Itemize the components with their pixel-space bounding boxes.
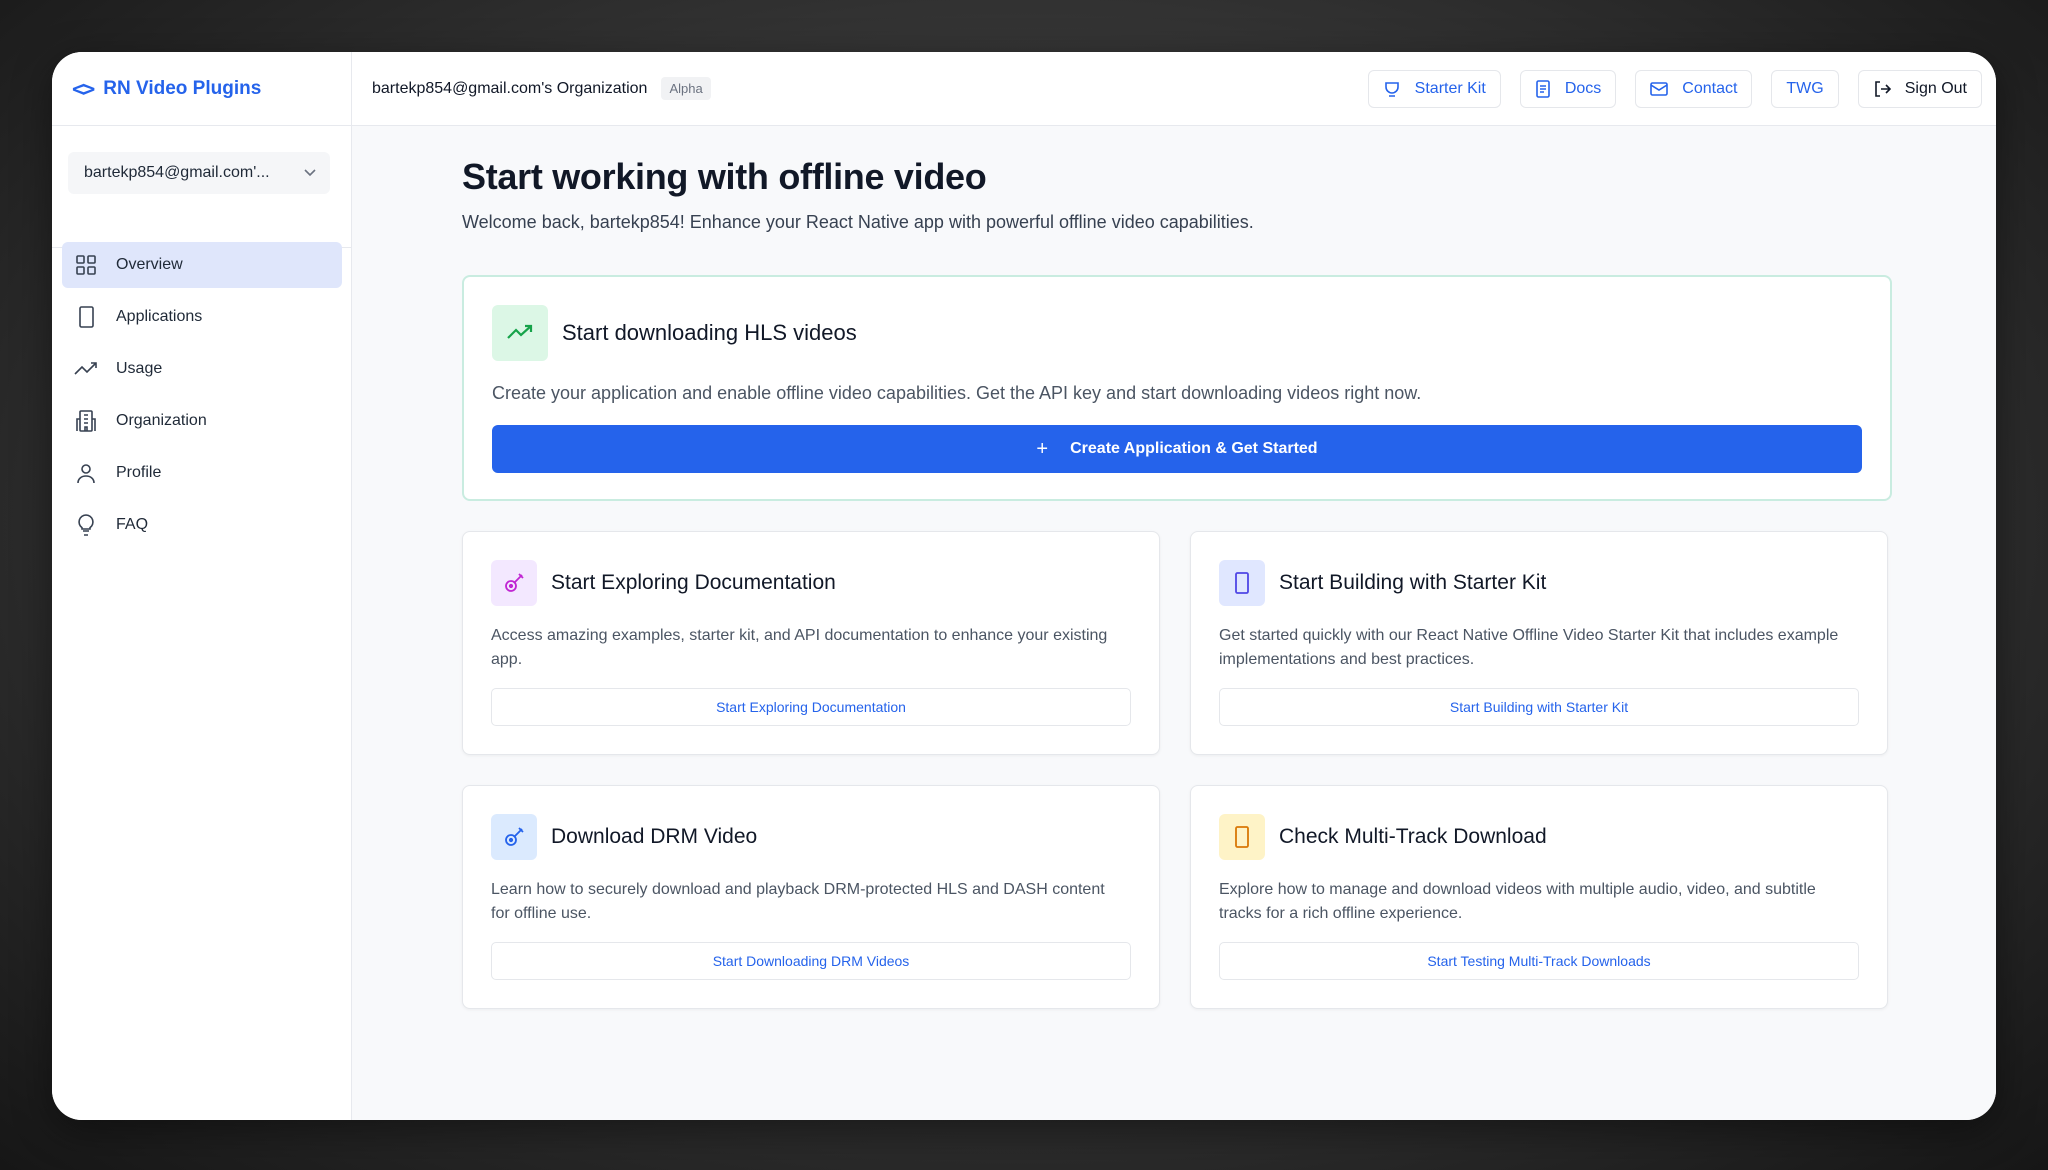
twg-label: TWG [1786, 79, 1824, 97]
sidebar-item-label: Applications [116, 308, 203, 325]
top-bar: bartekp854@gmail.com's Organization Alph… [352, 52, 1996, 126]
content-container: Start working with offline video Welcome… [462, 156, 1892, 1009]
hero-description: Create your application and enable offli… [492, 383, 1422, 403]
cup-icon [1383, 80, 1401, 98]
plus-icon: + [1036, 437, 1049, 460]
sidebar-item-usage[interactable]: Usage [62, 346, 342, 392]
card-description: Learn how to securely download and playb… [491, 881, 1105, 922]
sidebar-item-applications[interactable]: Applications [62, 294, 342, 340]
header-actions: Starter Kit Docs Contact TWG Sign Out [1367, 69, 1982, 108]
sign-out-label: Sign Out [1904, 79, 1967, 97]
main-content: Start working with offline video Welcome… [352, 126, 1996, 1120]
mail-icon [1650, 81, 1669, 97]
starter-kit-button[interactable]: Starter Kit [1367, 69, 1501, 108]
hero-card: Start downloading HLS videos Create your… [462, 275, 1892, 501]
card-description: Access amazing examples, starter kit, an… [491, 627, 1108, 668]
card-header: Start Building with Starter Kit [1219, 560, 1546, 606]
building-icon [72, 407, 100, 435]
chevron-down-icon [304, 166, 316, 180]
tablet-icon [1219, 560, 1265, 606]
trend-up-icon [492, 305, 548, 361]
page-subtitle: Welcome back, bartekp854! Enhance your R… [462, 212, 1254, 232]
sign-out-button[interactable]: Sign Out [1857, 69, 1982, 108]
card-description: Get started quickly with our React Nativ… [1219, 627, 1839, 668]
feature-grid: Start Exploring Documentation Access ama… [462, 531, 1892, 1009]
org-switcher[interactable]: bartekp854@gmail.com'... [68, 152, 330, 194]
sidebar-item-profile[interactable]: Profile [62, 450, 342, 496]
tablet-icon [72, 303, 100, 331]
twg-button[interactable]: TWG [1771, 69, 1839, 108]
sidebar-item-overview[interactable]: Overview [62, 242, 342, 288]
card-multi-track: Check Multi-Track Download Explore how t… [1190, 785, 1888, 1009]
card-description: Explore how to manage and download video… [1219, 881, 1816, 922]
user-icon [72, 459, 100, 487]
sidebar-item-label: Overview [116, 256, 183, 273]
brand-name: RN Video Plugins [103, 77, 262, 99]
docs-label: Docs [1564, 79, 1602, 97]
sidebar-item-label: Organization [116, 412, 207, 429]
sidebar-nav: Overview Applications Usage Organization [62, 242, 342, 554]
code-icon: <> [72, 76, 95, 101]
app-window: <> RN Video Plugins bartekp854@gmail.com… [52, 52, 1996, 1120]
sidebar-item-faq[interactable]: FAQ [62, 502, 342, 548]
card-title: Download DRM Video [551, 825, 758, 848]
sidebar-item-label: Profile [116, 464, 162, 481]
lightbulb-icon [72, 511, 100, 539]
start-downloading-drm-button[interactable]: Start Downloading DRM Videos [491, 942, 1131, 980]
create-application-button[interactable]: + Create Application & Get Started [492, 425, 1862, 473]
start-building-starter-kit-button[interactable]: Start Building with Starter Kit [1219, 688, 1859, 726]
alpha-badge: Alpha [661, 77, 711, 100]
card-header: Start Exploring Documentation [491, 560, 836, 606]
card-title: Start Exploring Documentation [551, 571, 836, 594]
sign-out-icon [1873, 80, 1891, 98]
tablet-icon [1219, 814, 1265, 860]
card-title: Check Multi-Track Download [1279, 825, 1547, 848]
card-title: Start Building with Starter Kit [1279, 571, 1547, 594]
sidebar: <> RN Video Plugins bartekp854@gmail.com… [52, 52, 352, 1120]
contact-label: Contact [1682, 79, 1738, 97]
hero-header: Start downloading HLS videos [492, 305, 857, 361]
card-starter-kit: Start Building with Starter Kit Get star… [1190, 531, 1888, 755]
start-testing-multi-track-button[interactable]: Start Testing Multi-Track Downloads [1219, 942, 1859, 980]
docs-button[interactable]: Docs [1519, 69, 1617, 108]
card-header: Check Multi-Track Download [1219, 814, 1547, 860]
starter-kit-label: Starter Kit [1414, 79, 1486, 97]
card-drm: Download DRM Video Learn how to securely… [462, 785, 1160, 1009]
guitar-icon [491, 560, 537, 606]
guitar-icon [491, 814, 537, 860]
sidebar-item-organization[interactable]: Organization [62, 398, 342, 444]
create-application-label: Create Application & Get Started [1070, 440, 1318, 457]
document-icon [1535, 79, 1551, 98]
trend-icon [72, 355, 100, 383]
start-exploring-documentation-button[interactable]: Start Exploring Documentation [491, 688, 1131, 726]
sidebar-item-label: Usage [116, 360, 163, 377]
org-select-section: bartekp854@gmail.com'... [52, 126, 351, 248]
brand[interactable]: <> RN Video Plugins [52, 52, 351, 126]
card-documentation: Start Exploring Documentation Access ama… [462, 531, 1160, 755]
sidebar-item-label: FAQ [116, 516, 149, 533]
grid-icon [72, 251, 100, 279]
page-title: Start working with offline video [462, 156, 987, 197]
contact-button[interactable]: Contact [1635, 69, 1753, 108]
card-header: Download DRM Video [491, 814, 757, 860]
org-switcher-label: bartekp854@gmail.com'... [84, 164, 270, 181]
hero-title: Start downloading HLS videos [562, 320, 857, 345]
organization-title: bartekp854@gmail.com's Organization [372, 79, 648, 97]
